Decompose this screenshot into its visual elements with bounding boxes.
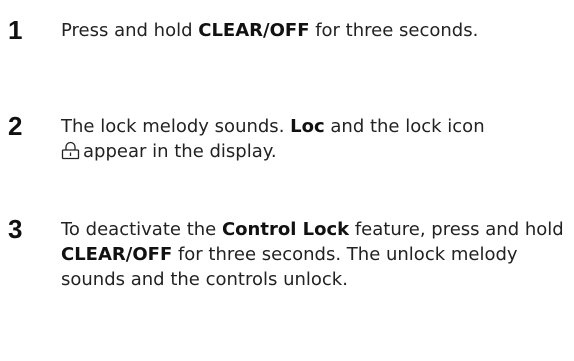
step-text: Press and hold CLEAR/OFF for three secon… <box>61 18 567 43</box>
step-number: 2 <box>8 111 23 141</box>
step-text-part: and the lock icon <box>324 116 485 137</box>
step-text-part: The lock melody sounds. <box>61 116 291 137</box>
button-name-clear-off: CLEAR/OFF <box>61 244 173 265</box>
step-number: 1 <box>8 15 23 45</box>
step-text-part: Press and hold <box>61 20 199 41</box>
step-text-part: for three seconds. <box>309 20 479 41</box>
feature-name-control-lock: Control Lock <box>221 219 350 240</box>
step-text-part: appear in the display. <box>83 141 277 162</box>
step-text-part: To deactivate the <box>61 219 222 240</box>
step-text-part: feature, press and hold <box>349 219 564 240</box>
step-text: The lock melody sounds. Loc and the lock… <box>61 114 567 167</box>
step-number: 3 <box>8 214 23 244</box>
lock-icon <box>61 141 80 167</box>
step-text: To deactivate the Control Lock feature, … <box>61 217 567 292</box>
display-text-loc: Loc <box>290 116 325 137</box>
button-name-clear-off: CLEAR/OFF <box>198 20 310 41</box>
